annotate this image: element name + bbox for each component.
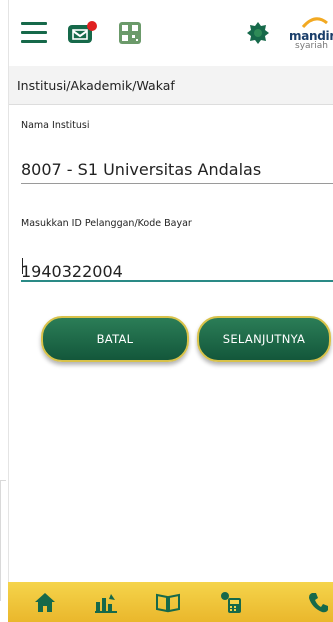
book-icon[interactable] — [155, 590, 181, 614]
chart-icon[interactable] — [93, 590, 119, 614]
customer-id-value: 1940322004 — [21, 262, 123, 281]
home-icon[interactable] — [32, 590, 58, 614]
section-title: Institusi/Akademik/Wakaf — [17, 78, 175, 93]
section-header: Institusi/Akademik/Wakaf — [9, 66, 333, 105]
app-bar: mandiri syariah — [9, 0, 333, 67]
bank-logo: mandiri syariah — [281, 15, 333, 51]
menu-icon[interactable] — [21, 22, 47, 44]
phone-icon[interactable] — [306, 590, 332, 614]
institution-field[interactable]: 8007 - S1 Universitas Andalas — [21, 155, 333, 184]
next-button[interactable]: SELANJUTNYA — [197, 316, 331, 362]
institution-label: Nama Institusi — [21, 120, 90, 131]
calculator-icon[interactable] — [218, 590, 244, 614]
side-panel-edge — [0, 480, 6, 601]
cancel-button[interactable]: BATAL — [41, 316, 189, 362]
logo-subtitle: syariah — [295, 41, 328, 51]
customer-id-input[interactable]: 1940322004 — [21, 252, 333, 282]
bottom-navigation — [8, 582, 333, 622]
message-icon[interactable] — [67, 20, 99, 46]
institution-value: 8007 - S1 Universitas Andalas — [21, 160, 262, 179]
app-screen: mandiri syariah Institusi/Akademik/Wakaf… — [8, 0, 333, 622]
settings-badge-icon[interactable] — [246, 21, 270, 45]
qr-code-icon[interactable] — [119, 22, 141, 44]
customer-id-label: Masukkan ID Pelanggan/Kode Bayar — [21, 218, 192, 229]
